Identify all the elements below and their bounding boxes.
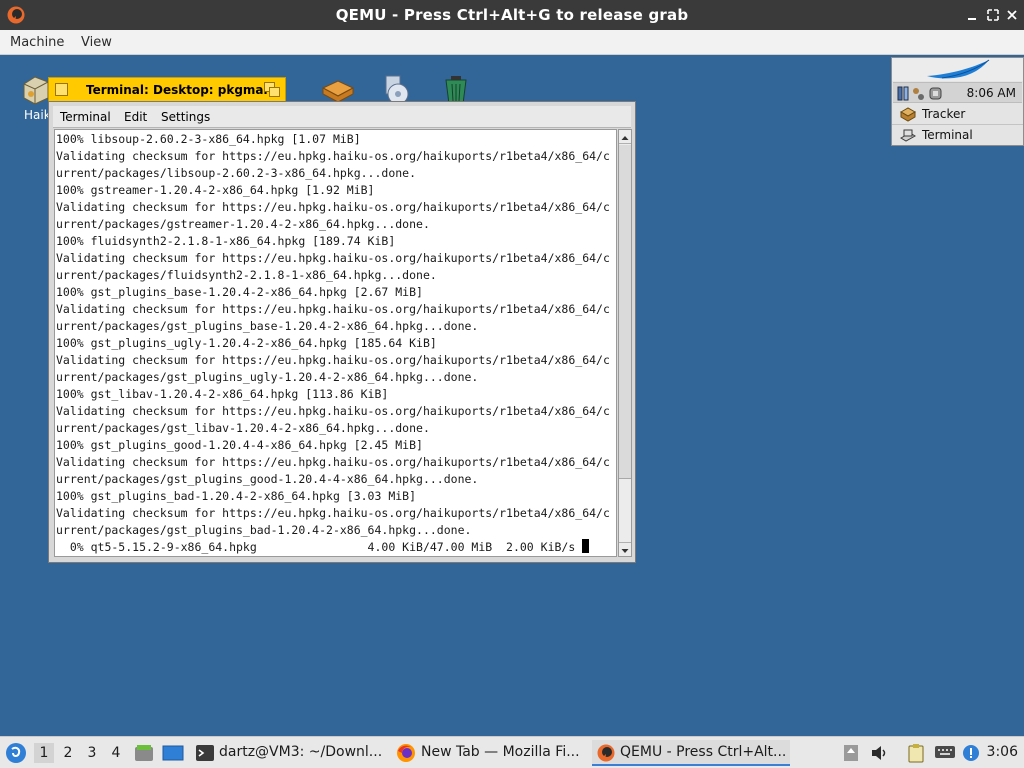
- terminal-line: urrent/packages/gstreamer-1.20.4-2-x86_6…: [56, 217, 430, 231]
- terminal-line: 100% gst_libav-1.20.4-2-x86_64.hpkg [113…: [56, 387, 389, 401]
- terminal-line: urrent/packages/gst_plugins_bad-1.20.4-2…: [56, 523, 472, 537]
- qemu-titlebar[interactable]: QEMU - Press Ctrl+Alt+G to release grab: [0, 0, 1024, 30]
- haiku-leaf-logo[interactable]: [892, 58, 1023, 81]
- terminal-icon: [900, 128, 916, 146]
- file-manager-icon[interactable]: [134, 743, 154, 767]
- deskbar-clock[interactable]: 8:06 AM: [967, 86, 1016, 100]
- terminal-close-button[interactable]: [55, 83, 68, 96]
- scroll-thumb[interactable]: [619, 145, 631, 479]
- terminal-line: Validating checksum for https://eu.hpkg.…: [56, 353, 610, 367]
- qemu-icon: [596, 743, 616, 767]
- haiku-volume-label: Haik: [24, 108, 51, 122]
- terminal-line: urrent/packages/gst_plugins_ugly-1.20.4-…: [56, 370, 479, 384]
- deskbar-tray: 8:06 AM: [893, 82, 1022, 103]
- workspace-2[interactable]: 2: [58, 743, 78, 763]
- taskbar-clock[interactable]: 3:06: [987, 744, 1018, 760]
- terminal-line: Validating checksum for https://eu.hpkg.…: [56, 506, 610, 520]
- terminal-output[interactable]: 100% libsoup-2.60.2-3-x86_64.hpkg [1.07 …: [54, 129, 617, 557]
- scroll-up-arrow-icon[interactable]: [619, 130, 631, 144]
- terminal-icon: [195, 743, 215, 767]
- workspace-3[interactable]: 3: [82, 743, 102, 763]
- terminal-line: urrent/packages/libsoup-2.60.2-3-x86_64.…: [56, 166, 417, 180]
- terminal-line: Validating checksum for https://eu.hpkg.…: [56, 251, 610, 265]
- minimize-icon[interactable]: [964, 7, 980, 23]
- haiku-volume-icon[interactable]: [21, 74, 51, 110]
- workspace-4[interactable]: 4: [106, 743, 126, 763]
- terminal-line: urrent/packages/fluidsynth2-2.1.8-1-x86_…: [56, 268, 437, 282]
- terminal-line: Validating checksum for https://eu.hpkg.…: [56, 404, 610, 418]
- start-menu-icon[interactable]: [5, 742, 27, 768]
- deskbar-item-label: Terminal: [922, 128, 973, 142]
- terminal-window: Terminal Edit Settings 100% libsoup-2.60…: [48, 101, 636, 563]
- terminal-line: Validating checksum for https://eu.hpkg.…: [56, 455, 610, 469]
- terminal-line: Validating checksum for https://eu.hpkg.…: [56, 200, 610, 214]
- terminal-line: 100% gst_plugins_good-1.20.4-4-x86_64.hp…: [56, 438, 423, 452]
- scroll-down-arrow-icon[interactable]: [619, 542, 631, 556]
- terminal-menu-edit[interactable]: Edit: [124, 110, 147, 124]
- terminal-cursor: [582, 539, 590, 553]
- clipboard-icon[interactable]: [907, 743, 925, 767]
- workspace-1[interactable]: 1: [34, 743, 54, 763]
- deskbar-item-terminal[interactable]: Terminal: [892, 125, 1023, 146]
- firefox-icon: [396, 743, 416, 767]
- terminal-line: 100% gstreamer-1.20.4-2-x86_64.hpkg [1.9…: [56, 183, 375, 197]
- deskbar-item-tracker[interactable]: Tracker: [892, 104, 1023, 125]
- terminal-line: urrent/packages/gst_libav-1.20.4-2-x86_6…: [56, 421, 430, 435]
- volume-icon[interactable]: [870, 744, 890, 766]
- terminal-line: 100% fluidsynth2-2.1.8-1-x86_64.hpkg [18…: [56, 234, 396, 248]
- terminal-window-tab[interactable]: Terminal: Desktop: pkgman: [48, 77, 286, 101]
- task-label: New Tab — Mozilla Fi...: [421, 744, 580, 760]
- terminal-menu-terminal[interactable]: Terminal: [60, 110, 111, 124]
- host-taskbar: 1 2 3 4 dartz@VM3: ~/Downl... New Tab — …: [0, 736, 1024, 768]
- terminal-zoom-icon[interactable]: [264, 82, 280, 97]
- maximize-icon[interactable]: [985, 7, 1001, 23]
- terminal-line: 100% gst_plugins_ugly-1.20.4-2-x86_64.hp…: [56, 336, 437, 350]
- terminal-line: 0% qt5-5.15.2-9-x86_64.hpkg 4.00 KiB/47.…: [56, 539, 610, 556]
- menu-machine[interactable]: Machine: [10, 35, 64, 50]
- menu-view[interactable]: View: [81, 35, 112, 50]
- tray-status-icons[interactable]: [897, 86, 947, 104]
- terminal-line: 100% libsoup-2.60.2-3-x86_64.hpkg [1.07 …: [56, 132, 361, 146]
- close-icon[interactable]: [1004, 7, 1020, 23]
- terminal-line: 100% gst_plugins_base-1.20.4-2-x86_64.hp…: [56, 285, 423, 299]
- terminal-window-title: Terminal: Desktop: pkgman: [86, 83, 273, 97]
- task-terminal[interactable]: dartz@VM3: ~/Downl...: [191, 740, 387, 766]
- notification-icon[interactable]: [961, 743, 981, 767]
- terminal-menu-settings[interactable]: Settings: [161, 110, 210, 124]
- tracker-icon: [899, 107, 917, 125]
- keyboard-icon[interactable]: [934, 744, 956, 764]
- show-desktop-icon[interactable]: [162, 743, 184, 767]
- terminal-line: 100% gst_plugins_bad-1.20.4-2-x86_64.hpk…: [56, 489, 417, 503]
- task-qemu[interactable]: QEMU - Press Ctrl+Alt...: [592, 740, 790, 766]
- terminal-menubar: Terminal Edit Settings: [53, 106, 631, 128]
- task-label: QEMU - Press Ctrl+Alt...: [620, 744, 787, 760]
- upload-icon[interactable]: [843, 744, 859, 766]
- deskbar: 8:06 AM Tracker Terminal: [891, 57, 1024, 146]
- terminal-line: Validating checksum for https://eu.hpkg.…: [56, 302, 610, 316]
- terminal-line: urrent/packages/gst_plugins_base-1.20.4-…: [56, 319, 479, 333]
- qemu-menubar: Machine View: [0, 30, 1024, 55]
- terminal-line: urrent/packages/gst_plugins_good-1.20.4-…: [56, 472, 479, 486]
- qemu-window-title: QEMU - Press Ctrl+Alt+G to release grab: [335, 6, 689, 24]
- task-firefox[interactable]: New Tab — Mozilla Fi...: [393, 740, 589, 766]
- terminal-scrollbar[interactable]: [618, 129, 632, 557]
- task-label: dartz@VM3: ~/Downl...: [219, 744, 383, 760]
- terminal-line: Validating checksum for https://eu.hpkg.…: [56, 149, 610, 163]
- deskbar-item-label: Tracker: [922, 107, 966, 121]
